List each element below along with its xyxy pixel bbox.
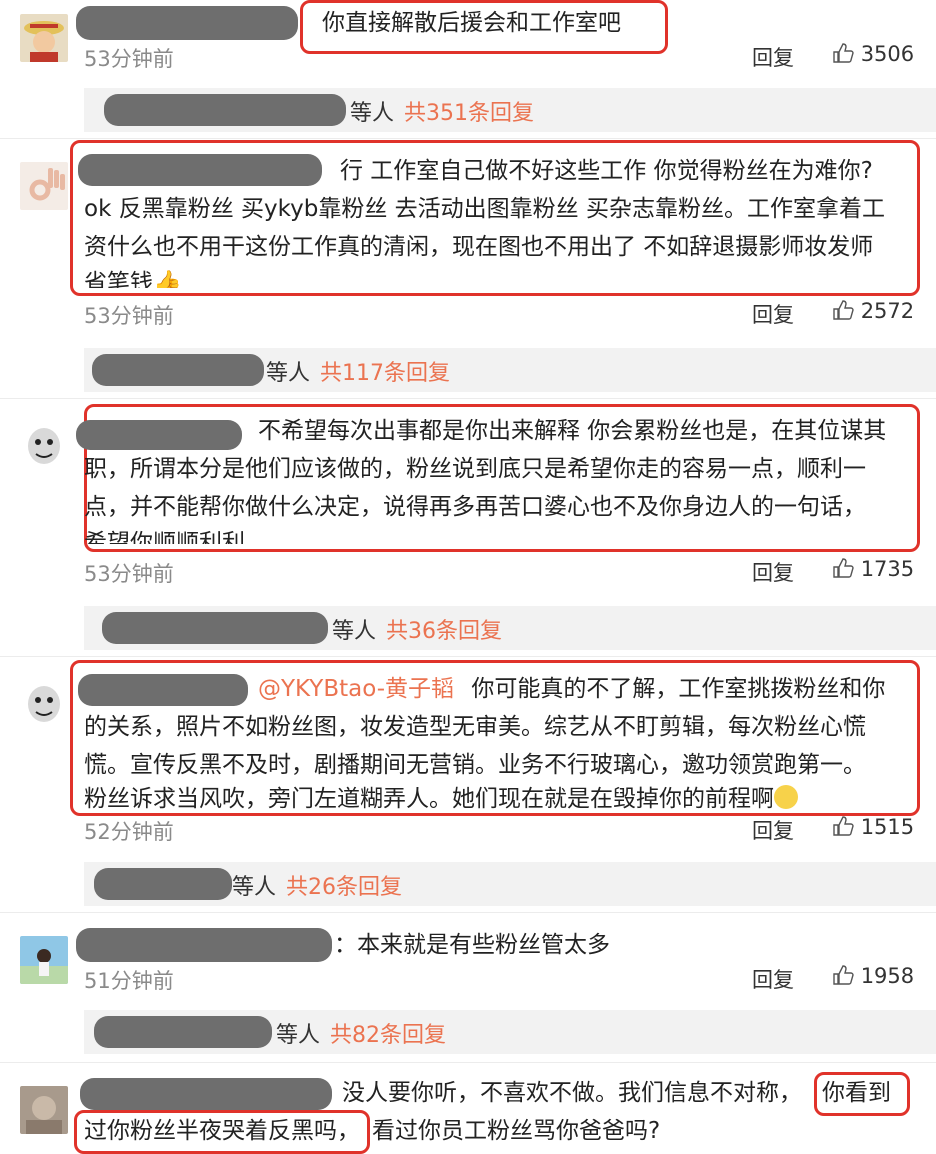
avatar-meme-face-icon bbox=[20, 420, 68, 468]
thread-total[interactable]: 共117条回复 bbox=[320, 355, 450, 387]
divider bbox=[0, 656, 936, 657]
thumbs-up-icon bbox=[833, 43, 854, 63]
like-button[interactable]: 2572 bbox=[832, 299, 914, 323]
comment-text-line: 行 工作室自己做不好这些工作 你觉得粉丝在为难你? bbox=[340, 158, 873, 184]
avatar[interactable] bbox=[20, 936, 68, 984]
avatar[interactable] bbox=[20, 420, 68, 468]
redacted-username bbox=[78, 674, 248, 706]
thread-total[interactable]: 共82条回复 bbox=[330, 1017, 446, 1049]
comment-text-line: 没人要你听，不喜欢不做。我们信息不对称， bbox=[342, 1080, 802, 1106]
redacted-username bbox=[104, 94, 346, 126]
reply-button[interactable]: 回复 bbox=[752, 42, 794, 72]
mention-link[interactable]: @YKYBtao-黄子韬 bbox=[258, 676, 454, 702]
comment-text-line: 省笔钱👍 bbox=[84, 264, 182, 288]
comment-text: 你可能真的不了解，工作室挑拨粉丝和你 bbox=[471, 676, 886, 702]
redacted-username bbox=[80, 1078, 332, 1110]
comment-text-tail: 粉丝诉求当风吹，旁门左道糊弄人。她们现在就是在毁掉你的前程啊 bbox=[84, 786, 774, 812]
comment-text-line: 资什么也不用干这份工作真的清闲，现在图也不用出了 不如辞退摄影师妆发师 bbox=[84, 234, 874, 260]
thread-total[interactable]: 共36条回复 bbox=[386, 613, 502, 645]
thread-etc: 等人 bbox=[276, 1023, 321, 1048]
redacted-username bbox=[94, 1016, 272, 1048]
avatar[interactable] bbox=[20, 14, 68, 62]
thread-etc: 等人 bbox=[266, 361, 311, 386]
thread-etc: 等人 bbox=[332, 619, 377, 644]
comment-text-line: 职，所谓本分是他们应该做的，粉丝说到底只是希望你走的容易一点，顺利一 bbox=[84, 456, 866, 482]
thumbs-up-icon bbox=[833, 300, 854, 320]
like-count: 3506 bbox=[860, 42, 915, 66]
comment-text-line: 粉丝诉求当风吹，旁门左道糊弄人。她们现在就是在毁掉你的前程啊 bbox=[84, 780, 798, 818]
comment-text: ：本来就是有些粉丝管太多 bbox=[334, 932, 610, 958]
like-count: 1958 bbox=[860, 964, 915, 988]
comment-text-line: 看过你员工粉丝骂你爸爸吗? bbox=[372, 1118, 661, 1144]
comment-text-line: @YKYBtao-黄子韬 你可能真的不了解，工作室挑拨粉丝和你 bbox=[258, 670, 885, 708]
like-button[interactable]: 1735 bbox=[832, 557, 914, 581]
avatar[interactable] bbox=[20, 678, 68, 726]
reply-thread-summary[interactable]: 等人 共36条回复 bbox=[84, 606, 936, 650]
thumbs-up-icon bbox=[833, 965, 854, 985]
reply-button[interactable]: 回复 bbox=[752, 815, 794, 845]
thumbs-up-emoji-icon: 👍 bbox=[153, 270, 182, 288]
comment-text: 你直接解散后援会和工作室吧 bbox=[322, 10, 621, 36]
comment-text-tail: 省笔钱 bbox=[84, 270, 153, 288]
like-count: 1515 bbox=[860, 815, 915, 839]
redacted-username bbox=[94, 868, 232, 900]
comment-time: 52分钟前 bbox=[84, 820, 174, 844]
comment-text-line: ok 反黑靠粉丝 买ykyb靠粉丝 去活动出图靠粉丝 买杂志靠粉丝。工作室拿着工 bbox=[84, 196, 885, 222]
thread-total[interactable]: 共351条回复 bbox=[404, 95, 534, 127]
comment-time: 53分钟前 bbox=[84, 304, 174, 328]
comment-text-line: 点，并不能帮你做什么决定，说得再多再苦口婆心也不及你身边人的一句话， bbox=[84, 494, 866, 520]
comment-time: 53分钟前 bbox=[84, 562, 174, 586]
like-count: 1735 bbox=[860, 557, 915, 581]
reply-button[interactable]: 回复 bbox=[752, 964, 794, 994]
comment-text-line: 的关系，照片不如粉丝图，妆发造型无审美。综艺从不盯剪辑，每次粉丝心慌 bbox=[84, 714, 866, 740]
thumbs-up-icon bbox=[833, 558, 854, 578]
redacted-username bbox=[78, 154, 322, 186]
avatar[interactable] bbox=[20, 1086, 68, 1134]
redacted-username bbox=[76, 928, 332, 962]
reply-button[interactable]: 回复 bbox=[752, 299, 794, 329]
divider bbox=[0, 912, 936, 913]
reply-button[interactable]: 回复 bbox=[752, 557, 794, 587]
comment-text-line: 不希望每次出事都是你出来解释 你会累粉丝也是，在其位谋其 bbox=[258, 418, 887, 444]
avatar-photo-icon bbox=[20, 1086, 68, 1134]
redacted-username bbox=[92, 354, 264, 386]
reply-thread-summary[interactable]: 等人 共117条回复 bbox=[84, 348, 936, 392]
avatar-photo-icon bbox=[20, 936, 68, 984]
thumbs-up-icon bbox=[833, 816, 854, 836]
comment-text-line: 慌。宣传反黑不及时，剧播期间无营销。业务不行玻璃心，邀功领赏跑第一。 bbox=[84, 752, 866, 778]
thread-total[interactable]: 共26条回复 bbox=[286, 869, 402, 901]
comment-text-line: 希望你顺顺利利。 bbox=[84, 530, 268, 544]
avatar-meme-face-icon bbox=[20, 678, 68, 726]
avatar-luffy-icon bbox=[20, 14, 68, 62]
comment-time: 53分钟前 bbox=[84, 47, 174, 71]
thread-etc: 等人 bbox=[350, 101, 395, 126]
comment-text-highlight: 过你粉丝半夜哭着反黑吗， bbox=[84, 1118, 360, 1144]
redacted-username bbox=[102, 612, 328, 644]
comment-text-highlight: 你看到 bbox=[822, 1080, 891, 1106]
like-button[interactable]: 1515 bbox=[832, 815, 914, 839]
like-count: 2572 bbox=[860, 299, 915, 323]
smile-emoji-icon bbox=[774, 785, 798, 809]
reply-thread-summary[interactable]: 等人 共82条回复 bbox=[84, 1010, 936, 1054]
like-button[interactable]: 3506 bbox=[832, 42, 914, 66]
reply-thread-summary[interactable]: 等人 共26条回复 bbox=[84, 862, 936, 906]
divider bbox=[0, 1062, 936, 1063]
thread-etc: 等人 bbox=[232, 875, 277, 900]
like-button[interactable]: 1958 bbox=[832, 964, 914, 988]
divider bbox=[0, 398, 936, 399]
redacted-username bbox=[76, 420, 242, 450]
avatar-ok-hand-icon bbox=[20, 162, 68, 210]
comment-time: 51分钟前 bbox=[84, 969, 174, 993]
avatar[interactable] bbox=[20, 162, 68, 210]
reply-thread-summary[interactable]: 等人 共351条回复 bbox=[84, 88, 936, 132]
redacted-username bbox=[76, 6, 298, 40]
divider bbox=[0, 138, 936, 139]
